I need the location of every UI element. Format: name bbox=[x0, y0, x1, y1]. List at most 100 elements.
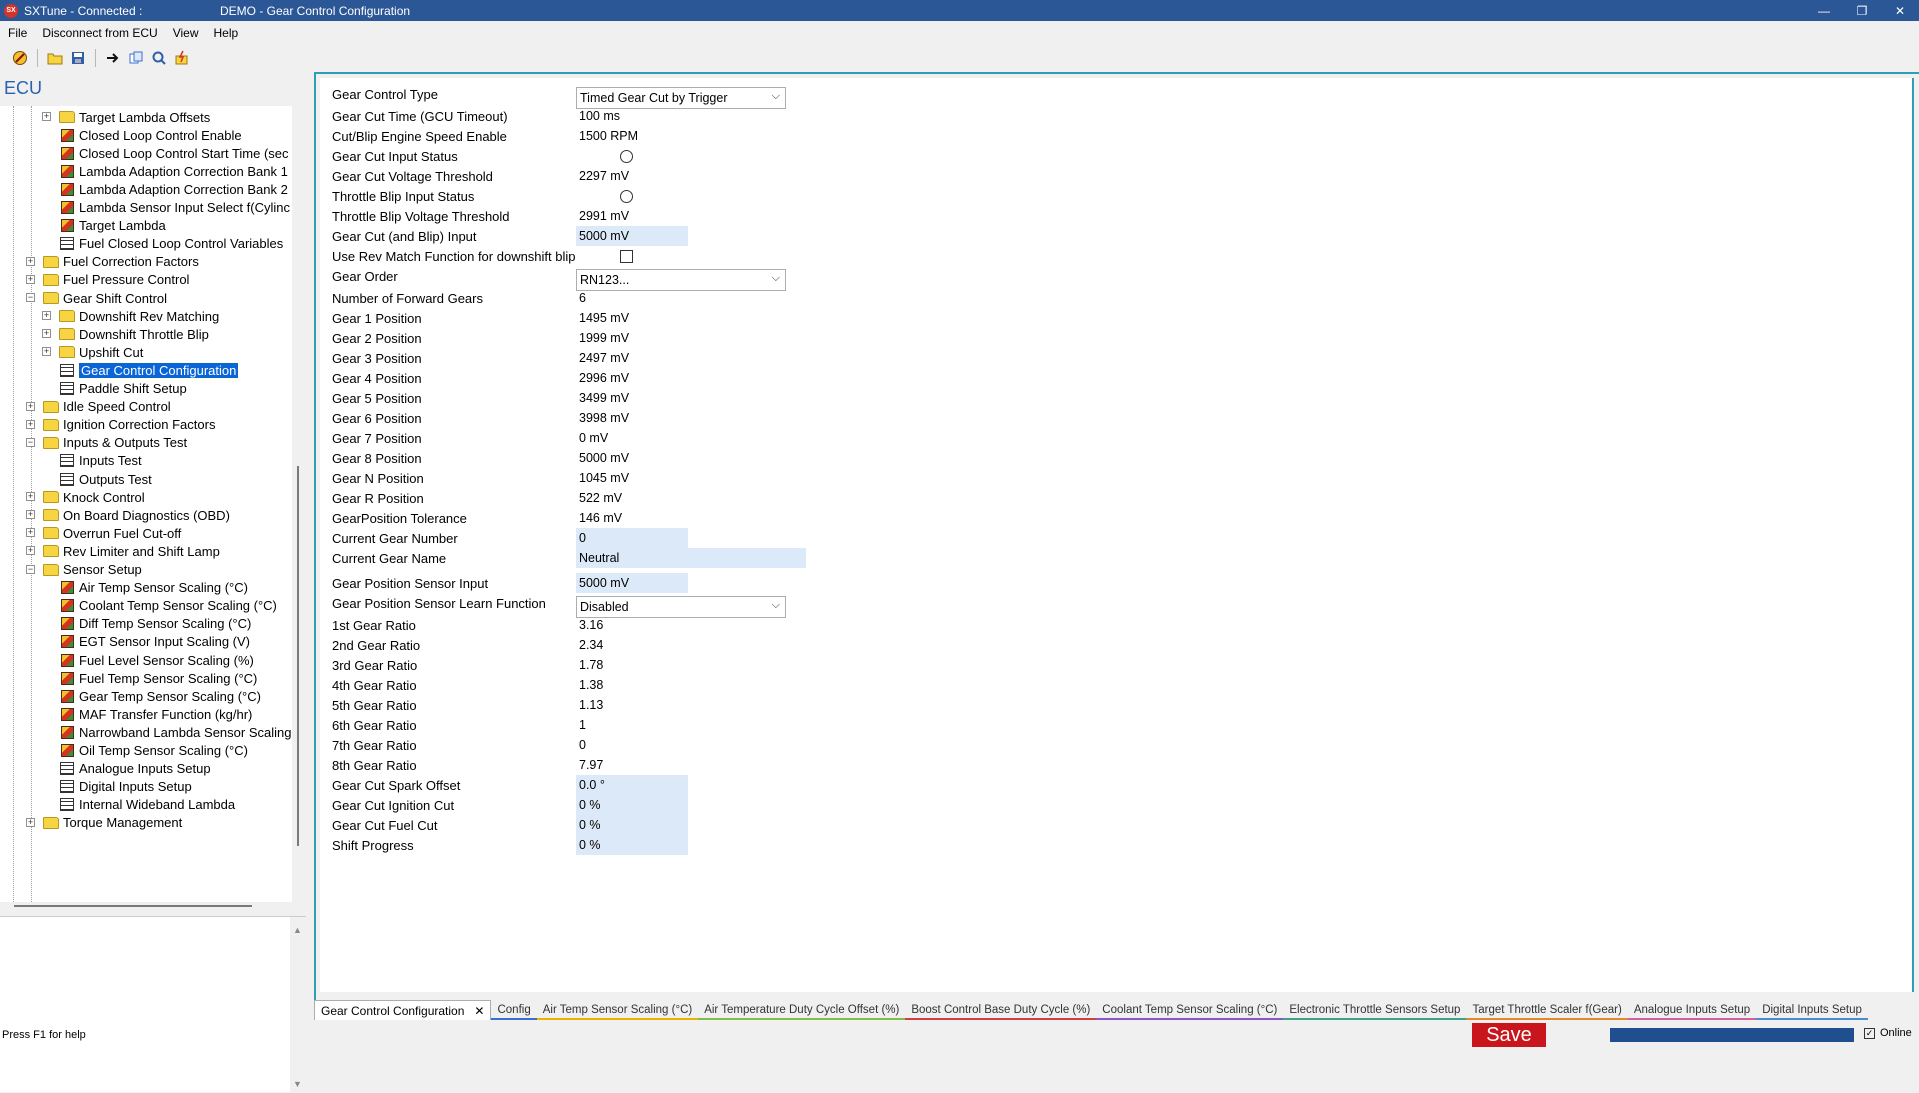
expand-icon[interactable]: + bbox=[26, 492, 35, 502]
tree-item[interactable]: Fuel Temp Sensor Scaling (°C) bbox=[59, 669, 257, 687]
tree-item[interactable]: Inputs & Outputs Test bbox=[43, 434, 187, 452]
param-value-field[interactable]: 1999 mV bbox=[576, 328, 688, 348]
restore-icon[interactable]: ❐ bbox=[1843, 0, 1881, 21]
document-tab[interactable]: Target Throttle Scaler f(Gear) bbox=[1466, 1002, 1628, 1020]
tree-item[interactable]: Gear Control Configuration bbox=[59, 361, 240, 379]
param-value-field[interactable]: 3499 mV bbox=[576, 388, 688, 408]
tree-item[interactable]: Fuel Level Sensor Scaling (%) bbox=[59, 651, 254, 669]
tree-item[interactable]: Rev Limiter and Shift Lamp bbox=[43, 542, 220, 560]
flash-icon[interactable] bbox=[172, 48, 192, 68]
document-tab[interactable]: Boost Control Base Duty Cycle (%) bbox=[905, 1002, 1097, 1020]
tree-item[interactable]: Fuel Closed Loop Control Variables bbox=[59, 235, 283, 253]
close-tab-icon[interactable]: ✕ bbox=[474, 1004, 484, 1018]
tree-item[interactable]: Analogue Inputs Setup bbox=[59, 760, 211, 778]
online-toggle[interactable]: ✓ Online bbox=[1864, 1027, 1912, 1039]
param-value-field[interactable]: 522 mV bbox=[576, 488, 688, 508]
tree-item[interactable]: Diff Temp Sensor Scaling (°C) bbox=[59, 615, 251, 633]
param-value-field[interactable]: 1 bbox=[576, 715, 688, 735]
param-value-field[interactable]: 2991 mV bbox=[576, 206, 688, 226]
tree-item[interactable]: Inputs Test bbox=[59, 452, 142, 470]
expand-icon[interactable]: + bbox=[26, 401, 35, 411]
param-value-field[interactable]: 1495 mV bbox=[576, 308, 688, 328]
param-value-field[interactable]: 1.38 bbox=[576, 675, 688, 695]
save-button[interactable]: Save bbox=[1472, 1023, 1546, 1047]
copy-icon[interactable] bbox=[126, 48, 146, 68]
chevron-down-icon[interactable]: ⌵ bbox=[772, 272, 780, 285]
collapse-icon[interactable]: − bbox=[26, 437, 35, 447]
tree-item[interactable]: Sensor Setup bbox=[43, 561, 142, 579]
tree-item[interactable]: Idle Speed Control bbox=[43, 398, 171, 416]
document-tab[interactable]: Air Temperature Duty Cycle Offset (%) bbox=[698, 1002, 906, 1020]
tree-item[interactable]: Oil Temp Sensor Scaling (°C) bbox=[59, 742, 248, 760]
param-value-field[interactable]: 3998 mV bbox=[576, 408, 688, 428]
param-value-field[interactable]: 1500 RPM bbox=[576, 126, 688, 146]
document-tab[interactable]: Coolant Temp Sensor Scaling (°C) bbox=[1096, 1002, 1284, 1020]
param-value-field[interactable]: 1.78 bbox=[576, 655, 688, 675]
param-value-field[interactable]: 0 bbox=[576, 735, 688, 755]
param-value-field[interactable]: 7.97 bbox=[576, 755, 688, 775]
scroll-up-icon[interactable]: ▲ bbox=[293, 925, 302, 935]
panel-splitter[interactable] bbox=[306, 74, 312, 994]
tree-item[interactable]: Closed Loop Control Start Time (sec bbox=[59, 144, 289, 162]
navigate-icon[interactable] bbox=[103, 48, 123, 68]
tree-item[interactable]: Upshift Cut bbox=[59, 343, 143, 361]
param-value-field[interactable]: 146 mV bbox=[576, 508, 688, 528]
scroll-down-icon[interactable]: ▼ bbox=[293, 1079, 302, 1089]
param-value-field[interactable]: 100 ms bbox=[576, 106, 688, 126]
expand-icon[interactable]: + bbox=[26, 274, 35, 284]
ecu-tree[interactable]: + Target Lambda Offsets Closed Loop Contro… bbox=[0, 106, 292, 902]
tree-item[interactable]: MAF Transfer Function (kg/hr) bbox=[59, 705, 252, 723]
search-icon[interactable] bbox=[149, 48, 169, 68]
tree-item[interactable]: Target Lambda Offsets bbox=[59, 108, 210, 126]
expand-icon[interactable]: + bbox=[26, 419, 35, 429]
param-value-field[interactable]: 2297 mV bbox=[576, 166, 688, 186]
param-value-field[interactable]: 3.16 bbox=[576, 615, 688, 635]
minimize-icon[interactable]: — bbox=[1805, 0, 1843, 21]
expand-icon[interactable]: + bbox=[26, 510, 35, 520]
scrollbar-thumb[interactable] bbox=[14, 905, 252, 907]
param-checkbox[interactable] bbox=[620, 250, 633, 263]
tree-item[interactable]: Outputs Test bbox=[59, 470, 152, 488]
chevron-down-icon[interactable]: ⌵ bbox=[772, 90, 780, 103]
expand-icon[interactable]: + bbox=[26, 528, 35, 538]
param-value-field[interactable]: 2996 mV bbox=[576, 368, 688, 388]
param-value-field[interactable]: 2497 mV bbox=[576, 348, 688, 368]
tree-item[interactable]: Air Temp Sensor Scaling (°C) bbox=[59, 579, 248, 597]
tree-item[interactable]: Torque Management bbox=[43, 814, 182, 832]
stop-icon[interactable] bbox=[10, 48, 30, 68]
param-value-field[interactable]: 5000 mV bbox=[576, 448, 688, 468]
param-value-field[interactable]: 0 mV bbox=[576, 428, 688, 448]
document-tab[interactable]: Digital Inputs Setup bbox=[1756, 1002, 1868, 1020]
expand-icon[interactable]: + bbox=[26, 546, 35, 556]
status-radio[interactable] bbox=[620, 190, 633, 203]
document-tab[interactable]: Air Temp Sensor Scaling (°C) bbox=[536, 1002, 699, 1020]
tree-item[interactable]: Target Lambda bbox=[59, 217, 166, 235]
param-value-field[interactable]: 1045 mV bbox=[576, 468, 688, 488]
tree-item[interactable]: Lambda Adaption Correction Bank 2 bbox=[59, 180, 288, 198]
param-value-field[interactable]: 6 bbox=[576, 288, 688, 308]
tree-item[interactable]: Knock Control bbox=[43, 488, 145, 506]
menu-view[interactable]: View bbox=[165, 26, 206, 40]
expand-icon[interactable]: + bbox=[26, 256, 35, 266]
document-tab[interactable]: Gear Control Configuration ✕ bbox=[314, 1000, 492, 1020]
expand-icon[interactable]: + bbox=[42, 311, 51, 321]
tree-item[interactable]: Gear Shift Control bbox=[43, 289, 167, 307]
save-disk-icon[interactable] bbox=[68, 48, 88, 68]
document-tab[interactable]: Analogue Inputs Setup bbox=[1627, 1002, 1757, 1020]
menu-file[interactable]: File bbox=[0, 26, 34, 40]
open-folder-icon[interactable] bbox=[45, 48, 65, 68]
document-tab[interactable]: Config bbox=[491, 1002, 537, 1020]
expand-icon[interactable]: + bbox=[26, 817, 35, 827]
info-vertical-scrollbar[interactable]: ▲ ▼ bbox=[290, 917, 306, 1093]
tree-horizontal-scrollbar[interactable] bbox=[0, 902, 292, 912]
tree-item[interactable]: Fuel Correction Factors bbox=[43, 253, 199, 271]
tree-item[interactable]: Lambda Sensor Input Select f(Cylinc bbox=[59, 199, 290, 217]
param-value-field[interactable]: 2.34 bbox=[576, 635, 688, 655]
expand-icon[interactable]: + bbox=[42, 329, 51, 339]
document-tab[interactable]: Electronic Throttle Sensors Setup bbox=[1283, 1002, 1467, 1020]
chevron-down-icon[interactable]: ⌵ bbox=[772, 599, 780, 612]
tree-item[interactable]: EGT Sensor Input Scaling (V) bbox=[59, 633, 250, 651]
menu-help[interactable]: Help bbox=[206, 26, 246, 40]
expand-icon[interactable]: + bbox=[42, 112, 51, 121]
collapse-icon[interactable]: − bbox=[26, 293, 35, 302]
